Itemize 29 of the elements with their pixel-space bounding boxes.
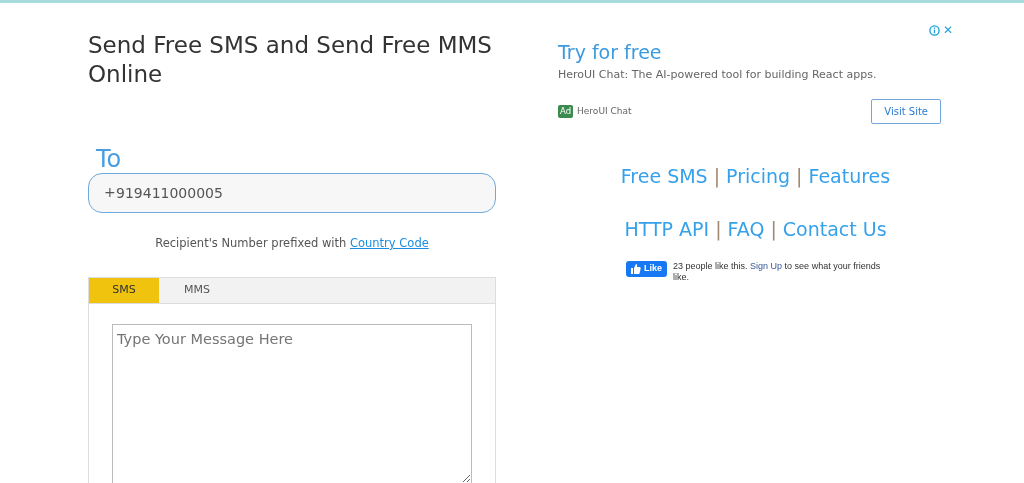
tab[interactable]: SMS (89, 277, 159, 303)
advertiser-name: HeroUI Chat (577, 104, 632, 118)
ad-badge: Ad (558, 105, 574, 118)
nav-link[interactable]: Contact Us (782, 217, 887, 240)
nav-link[interactable]: HTTP API (624, 217, 710, 240)
separator: | (713, 165, 721, 187)
sign-up-link[interactable]: Sign Up (750, 261, 783, 271)
separator: | (770, 217, 777, 240)
like-button[interactable]: Like (626, 261, 667, 277)
ad-headline[interactable]: Try for free (558, 38, 941, 67)
nav-link[interactable]: Features (808, 165, 891, 187)
tab[interactable]: MMS (159, 277, 235, 303)
separator: | (796, 165, 803, 187)
info-icon[interactable] (928, 24, 940, 36)
nav-link[interactable]: Pricing (726, 165, 791, 187)
separator: | (715, 217, 722, 240)
country-code-link[interactable]: Country Code (349, 236, 429, 251)
visit-site-button[interactable]: Visit Site (871, 99, 941, 124)
ad-text: HeroUI Chat: The AI-powered tool for building React apps. (558, 66, 878, 83)
nav-link[interactable]: Free SMS (620, 165, 708, 187)
nav-link[interactable]: FAQ (727, 217, 765, 240)
message-field[interactable]: Type Your Message Here (112, 323, 472, 483)
page-title: Send Free SMS and Send Free MMS Online (88, 31, 493, 89)
thumbs-up-icon (631, 264, 641, 274)
to-label: To (96, 144, 123, 174)
recipient-hint: Recipient's Number prefixed with Country Code (154, 235, 430, 253)
plus-prefix: + (104, 183, 116, 202)
like-count-text: 23 people like this. Sign Up to see what your friends like. (673, 261, 882, 284)
close-icon[interactable]: ✕ (942, 21, 953, 39)
